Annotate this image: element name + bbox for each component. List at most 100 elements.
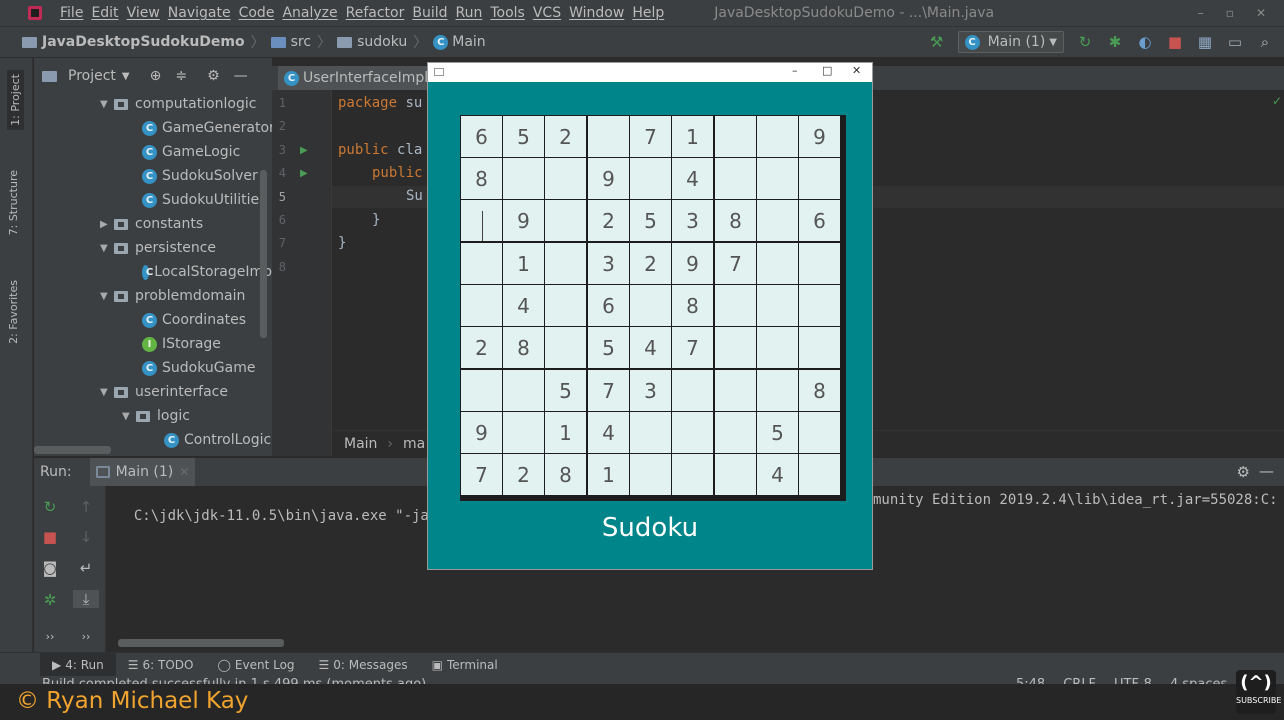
arrow-down-icon[interactable]: ↓ [70,528,102,546]
project-vertical-scrollbar[interactable] [260,170,267,338]
gear-icon[interactable]: ⚙ [1237,463,1250,481]
sudoku-cell[interactable] [545,285,586,326]
expand-arrow-icon[interactable]: ▼ [100,387,114,398]
sudoku-cell[interactable]: 6 [588,285,629,326]
editor-breadcrumb-class[interactable]: Main [344,436,377,452]
sudoku-cell[interactable] [461,243,502,284]
sudoku-cell[interactable]: 7 [630,116,671,157]
sudoku-cell[interactable] [630,454,671,495]
project-horizontal-scrollbar[interactable] [34,446,111,454]
tree-item-sudokugame[interactable]: SudokuGame [142,356,255,380]
sudoku-cell[interactable]: 1 [545,412,586,453]
sudoku-cell[interactable]: 5 [588,327,629,368]
sudoku-cell[interactable] [715,116,756,157]
tree-item-persistence[interactable]: ▼ persistence [100,236,216,260]
tab-favorites-tool[interactable]: 2: Favorites [7,280,20,344]
menu-refactor[interactable]: Refactor [342,5,409,21]
tab-terminal[interactable]: ▣ Terminal [420,653,510,677]
tree-item-controllogic[interactable]: ControlLogic [164,428,271,452]
stop-icon[interactable]: ■ [1166,33,1184,51]
sudoku-cell[interactable]: 6 [799,200,840,241]
sudoku-cell[interactable] [757,243,798,284]
menu-vcs[interactable]: VCS [529,5,565,21]
sudoku-cell[interactable]: 2 [503,454,544,495]
sudoku-cell[interactable] [672,454,713,495]
sudoku-cell[interactable]: 4 [757,454,798,495]
sudoku-cell[interactable]: 1 [672,116,713,157]
sudoku-cell[interactable]: 9 [503,200,544,241]
menu-edit[interactable]: Edit [87,5,122,21]
scroll-to-end-icon[interactable]: ⤓ [73,590,99,608]
expand-arrow-icon[interactable]: ▼ [100,99,114,110]
sudoku-cell[interactable]: 4 [503,285,544,326]
sudoku-cell[interactable] [799,454,840,495]
sudoku-cell[interactable]: 8 [545,454,586,495]
soft-wrap-icon[interactable]: ↵ [70,559,102,577]
sudoku-cell[interactable] [715,370,756,411]
sudoku-cell[interactable]: 3 [588,243,629,284]
sudoku-cell[interactable] [545,243,586,284]
sudoku-cell[interactable]: 5 [757,412,798,453]
sudoku-cell[interactable]: 9 [799,116,840,157]
hide-panel-icon[interactable]: — [1259,462,1274,480]
arrow-up-icon[interactable]: ↑ [70,498,102,516]
sudoku-cell[interactable]: 5 [630,200,671,241]
sudoku-cell[interactable] [545,158,586,199]
tree-item-computationlogic[interactable]: ▼ computationlogic [100,92,256,116]
tree-item-gamegenerator[interactable]: GameGenerator [142,116,275,140]
sudoku-window-titlebar[interactable]: – □ ✕ [428,63,872,82]
hide-panel-icon[interactable]: — [234,68,248,84]
sudoku-cell[interactable]: 7 [672,327,713,368]
run-gutter-icon[interactable]: ▶ [300,145,308,156]
sudoku-cell[interactable]: 3 [672,200,713,241]
sudoku-cell[interactable] [588,116,629,157]
coverage-icon[interactable]: ◐ [1136,33,1154,51]
menu-build[interactable]: Build [408,5,451,21]
run-tab-main[interactable]: Main (1) ✕ [89,458,196,486]
menu-tools[interactable]: Tools [486,5,529,21]
window-menu-icon[interactable] [434,68,444,76]
tree-item-gamelogic[interactable]: GameLogic [142,140,240,164]
sudoku-cell[interactable] [799,285,840,326]
rerun-icon[interactable]: ↻ [1076,33,1094,51]
minimize-icon[interactable]: – [792,64,798,77]
sudoku-cell[interactable]: 5 [545,370,586,411]
expand-arrow-icon[interactable]: ▼ [100,291,114,302]
code-line-7[interactable]: } [338,235,346,251]
sudoku-cell[interactable]: 9 [588,158,629,199]
terminal-window-icon[interactable]: ▭ [1226,33,1244,51]
editor-tab[interactable]: UserInterfaceImpl. [278,66,439,90]
tab-structure-tool[interactable]: 7: Structure [7,170,20,235]
sudoku-cell[interactable]: 2 [588,200,629,241]
menu-navigate[interactable]: Navigate [164,5,235,21]
code-line-3[interactable]: public cla [338,142,422,158]
code-line-6[interactable]: } [372,212,380,228]
close-tab-icon[interactable]: ✕ [179,465,189,479]
tree-item-userinterface[interactable]: ▼ userinterface [100,380,228,404]
sudoku-cell[interactable] [715,158,756,199]
camera-icon[interactable]: ◙ [34,559,66,577]
sudoku-cell[interactable] [461,370,502,411]
collapse-all-icon[interactable]: ≑ [175,68,187,84]
sudoku-cell[interactable]: 4 [672,158,713,199]
tab-run[interactable]: ▶ 4: Run [40,652,116,677]
sudoku-cell[interactable] [799,243,840,284]
sudoku-cell[interactable]: 7 [588,370,629,411]
sudoku-cell[interactable]: 8 [461,158,502,199]
sudoku-cell[interactable]: 8 [799,370,840,411]
maximize-icon[interactable]: □ [822,64,832,77]
sudoku-cell[interactable] [799,412,840,453]
rerun-icon[interactable]: ↻ [34,498,66,516]
tree-item-logic[interactable]: ▼ logic [122,404,190,428]
run-gutter-icon[interactable]: ▶ [300,168,308,179]
tree-item-coordinates[interactable]: Coordinates [142,308,246,332]
menu-help[interactable]: Help [628,5,668,21]
collapsed-arrow-icon[interactable]: ▶ [100,219,114,230]
tab-event-log[interactable]: ◯ Event Log [205,653,306,677]
sudoku-cell[interactable] [545,327,586,368]
sudoku-cell[interactable]: 6 [461,116,502,157]
tree-item-sudokusolver[interactable]: SudokuSolver [142,164,258,188]
tree-item-constants[interactable]: ▶ constants [100,212,203,236]
close-icon[interactable]: ✕ [852,64,861,77]
intellij-app-icon[interactable] [28,6,42,20]
